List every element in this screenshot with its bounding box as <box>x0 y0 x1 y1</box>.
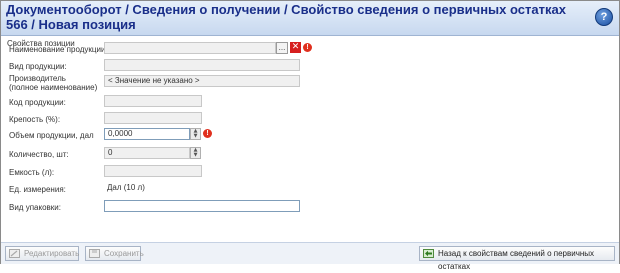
unit-value: Дал (10 л) <box>107 183 145 192</box>
help-icon[interactable]: ? <box>595 8 613 26</box>
clear-icon[interactable]: ✕ <box>290 42 301 53</box>
volume-warning-icon: ! <box>203 129 212 138</box>
unit-label: Ед. измерения: <box>9 185 66 194</box>
save-button[interactable]: Сохранить <box>85 246 144 261</box>
quantity-stepper: ▲ ▼ <box>190 147 201 159</box>
save-icon <box>89 249 100 258</box>
volume-label: Объем продукции, дал <box>9 131 94 140</box>
warning-icon: ! <box>303 43 312 52</box>
browse-button[interactable]: ... <box>276 42 288 54</box>
footer-toolbar: Редактировать Сохранить Назад к свойства… <box>1 242 619 271</box>
capacity-label: Емкость (л): <box>9 168 55 177</box>
product-type-field <box>104 59 300 71</box>
producer-field: < Значение не указано > <box>104 75 300 87</box>
packaging-input[interactable] <box>104 200 300 212</box>
strength-field <box>104 112 202 124</box>
product-code-field <box>104 95 202 107</box>
breadcrumb-title: Документооборот / Сведения о получении /… <box>6 2 566 32</box>
packaging-label: Вид упаковки: <box>9 203 61 212</box>
page-header: Документооборот / Сведения о получении /… <box>1 1 619 36</box>
quantity-label: Количество, шт: <box>9 150 69 159</box>
strength-label: Крепость (%): <box>9 115 61 124</box>
edit-button-label: Редактировать <box>24 249 80 258</box>
product-name-field[interactable] <box>104 42 276 54</box>
edit-button[interactable]: Редактировать <box>5 246 79 261</box>
back-arrow-icon <box>423 249 434 258</box>
product-code-label: Код продукции: <box>9 98 66 107</box>
back-button-label: Назад к свойствам сведений о первичных о… <box>438 249 595 271</box>
product-type-label: Вид продукции: <box>9 62 67 71</box>
capacity-field <box>104 165 202 177</box>
volume-stepper[interactable]: ▲ ▼ <box>190 128 201 140</box>
window-frame: Документооборот / Сведения о получении /… <box>0 0 620 271</box>
volume-input[interactable]: 0,0000 <box>104 128 190 140</box>
quantity-field: 0 <box>104 147 190 159</box>
save-button-label: Сохранить <box>104 249 144 258</box>
edit-icon <box>9 249 20 258</box>
product-name-label: Наименование продукции: <box>9 45 108 54</box>
producer-label: Производитель (полное наименование) <box>9 74 98 92</box>
back-button[interactable]: Назад к свойствам сведений о первичных о… <box>419 246 615 271</box>
